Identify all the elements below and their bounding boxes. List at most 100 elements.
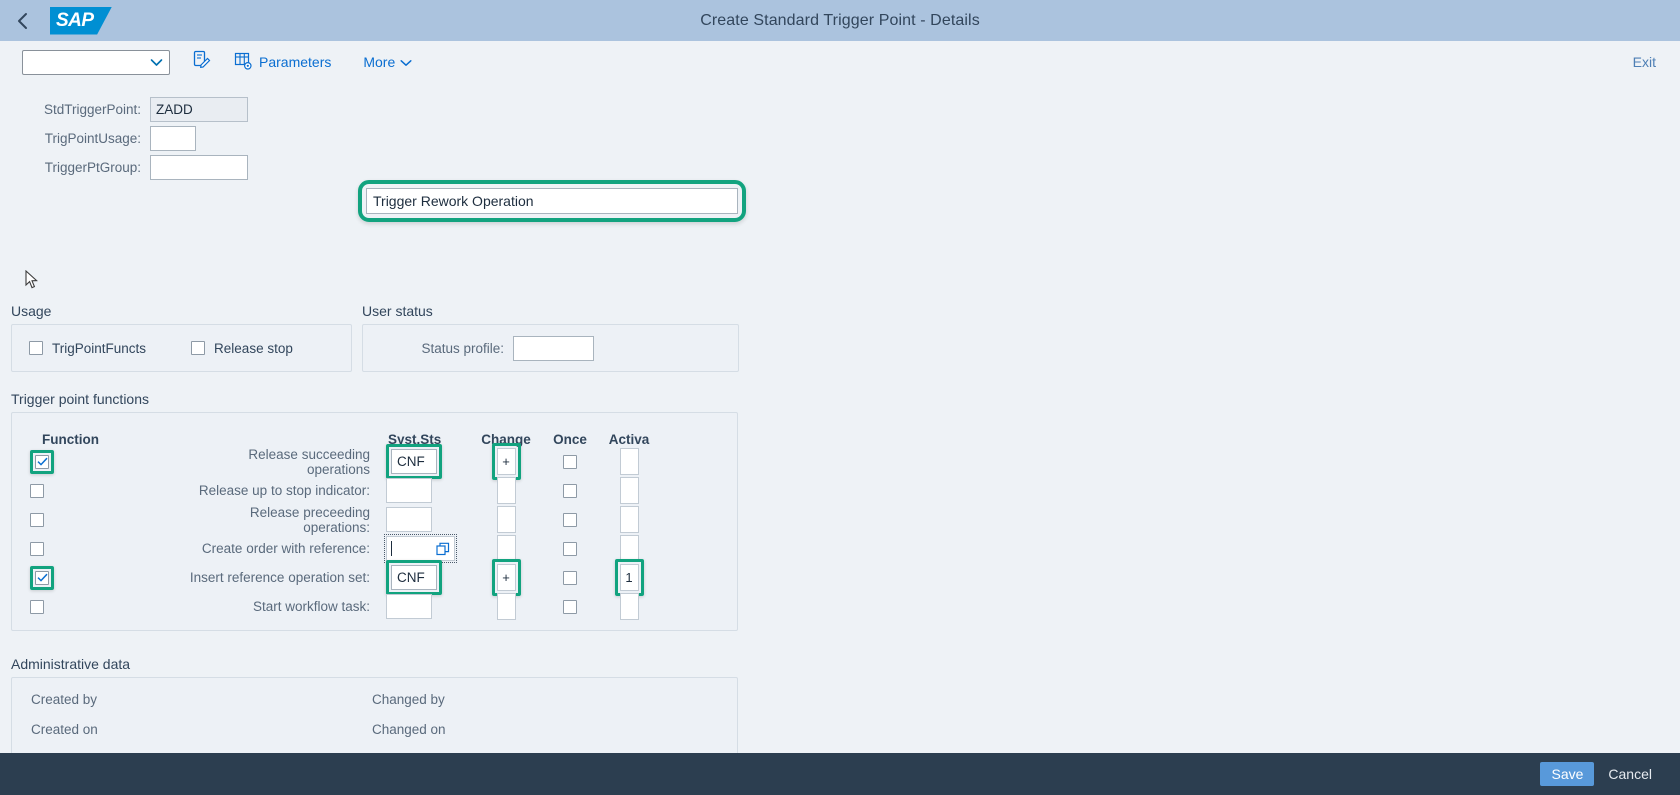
row-highlight-ring: [386, 560, 442, 595]
save-button[interactable]: Save: [1540, 762, 1595, 786]
column-header-function: Function: [42, 432, 99, 447]
row-activa-input[interactable]: [619, 564, 639, 591]
footer-bar: Save Cancel: [0, 753, 1680, 795]
sap-logo: SAP: [50, 6, 112, 35]
row-highlight-ring: [30, 449, 54, 474]
row-activa-input[interactable]: [619, 448, 639, 475]
admin-row-created-by: Created by Changed by: [12, 692, 737, 722]
field-std-trigger-point: StdTriggerPoint:: [0, 95, 248, 124]
row-syst-sts-input[interactable]: [386, 478, 432, 503]
row-once-checkbox[interactable]: [563, 541, 577, 556]
row-syst-sts-input[interactable]: [386, 594, 432, 619]
row-highlight-ring: [491, 559, 521, 596]
usage-group: Usage TrigPointFuncts Release stop: [11, 303, 352, 372]
value-help-icon[interactable]: [432, 537, 454, 560]
checkbox-box[interactable]: [29, 341, 43, 355]
checkbox-trig-point-functs[interactable]: TrigPointFuncts: [29, 341, 146, 356]
trig-point-usage-input[interactable]: [150, 126, 196, 151]
shell-header: SAP Create Standard Trigger Point - Deta…: [0, 0, 1680, 41]
row-function-checkbox[interactable]: [30, 541, 44, 556]
row-highlight-ring: [491, 443, 521, 480]
column-header-once: Once: [553, 432, 587, 447]
row-label: Release succeeding operations: [248, 446, 370, 477]
status-profile-label: Status profile:: [421, 340, 504, 356]
row-syst-sts-input[interactable]: [392, 537, 432, 560]
toolbar: Parameters More Exit: [0, 41, 1680, 84]
header-fields: StdTriggerPoint: TrigPointUsage: Trigger…: [0, 95, 248, 182]
description-input[interactable]: [366, 188, 738, 214]
row-function-checkbox[interactable]: [35, 454, 49, 469]
table-settings-icon: [234, 52, 252, 73]
created-by-label: Created by: [31, 692, 98, 707]
exit-button[interactable]: Exit: [1633, 54, 1656, 70]
row-label: Release up to stop indicator:: [198, 483, 370, 498]
usage-title: Usage: [11, 303, 52, 319]
row-label: Release preceeding operations:: [249, 504, 370, 535]
row-change-input[interactable]: [496, 448, 516, 475]
cancel-button[interactable]: Cancel: [1600, 762, 1660, 786]
column-header-activa: Activa: [608, 432, 650, 447]
row-function-checkbox[interactable]: [35, 570, 49, 585]
administrative-data-title: Administrative data: [11, 656, 131, 672]
more-label: More: [363, 54, 396, 70]
row-once-checkbox[interactable]: [563, 599, 577, 614]
row-activa-input[interactable]: [619, 593, 639, 620]
table-row: Release preceeding operations:: [12, 504, 737, 535]
user-status-panel: Status profile:: [362, 324, 739, 372]
mouse-cursor-icon: [25, 269, 39, 295]
row-once-checkbox[interactable]: [563, 512, 577, 527]
row-function-checkbox[interactable]: [30, 599, 44, 614]
row-label: Create order with reference:: [201, 541, 370, 556]
row-function-checkbox[interactable]: [30, 512, 44, 527]
row-activa-input[interactable]: [619, 535, 639, 562]
row-change-input[interactable]: [496, 535, 516, 562]
row-change-input[interactable]: [496, 506, 516, 533]
trigger-pt-group-label: TriggerPtGroup:: [44, 160, 141, 175]
row-syst-sts-input[interactable]: [391, 449, 437, 474]
row-function-checkbox[interactable]: [30, 483, 44, 498]
row-syst-sts-input[interactable]: [386, 507, 432, 532]
row-change-input[interactable]: [496, 564, 516, 591]
row-once-checkbox[interactable]: [563, 570, 577, 585]
row-label: Start workflow task:: [252, 599, 370, 614]
admin-row-created-on: Created on Changed on: [12, 722, 737, 752]
chevron-down-icon: [400, 54, 412, 70]
row-change-input[interactable]: [496, 477, 516, 504]
field-trig-point-usage: TrigPointUsage:: [0, 124, 248, 153]
row-highlight-ring: [30, 565, 54, 590]
toolbar-dropdown[interactable]: [22, 49, 170, 75]
application-window: SAP Create Standard Trigger Point - Deta…: [0, 0, 1680, 795]
changed-on-label: Changed on: [372, 722, 446, 737]
checkbox-label: Release stop: [214, 340, 293, 356]
user-status-title: User status: [362, 303, 433, 319]
sap-logo-text: SAP: [56, 9, 94, 31]
changed-by-label: Changed by: [372, 692, 445, 707]
status-profile-input[interactable]: [513, 335, 594, 361]
checkbox-label: TrigPointFuncts: [52, 340, 147, 356]
row-once-checkbox[interactable]: [563, 454, 577, 469]
more-menu-button[interactable]: More: [359, 48, 416, 76]
row-once-checkbox[interactable]: [563, 483, 577, 498]
table-header-row: Function Syst.Sts Change Once Activa: [12, 413, 737, 447]
administrative-data-panel: Created by Changed by Created on Changed…: [11, 677, 738, 757]
table-row: Insert reference operation set:: [12, 559, 737, 596]
row-activa-input[interactable]: [619, 506, 639, 533]
std-trigger-point-input[interactable]: [150, 97, 248, 122]
parameters-button[interactable]: Parameters: [230, 48, 335, 76]
trig-point-usage-label: TrigPointUsage:: [44, 131, 141, 146]
edit-document-button[interactable]: [188, 49, 214, 75]
trigger-point-functions-title: Trigger point functions: [11, 391, 149, 407]
parameters-label: Parameters: [259, 54, 332, 70]
usage-panel: TrigPointFuncts Release stop: [11, 324, 352, 372]
focused-input-group: [384, 534, 457, 563]
row-change-input[interactable]: [496, 593, 516, 620]
checkbox-release-stop[interactable]: Release stop: [191, 341, 293, 356]
created-on-label: Created on: [31, 722, 98, 737]
back-button[interactable]: [0, 0, 44, 41]
row-activa-input[interactable]: [619, 477, 639, 504]
row-syst-sts-input[interactable]: [391, 565, 437, 590]
row-highlight-ring: [614, 559, 644, 596]
std-trigger-point-label: StdTriggerPoint:: [43, 102, 141, 117]
checkbox-box[interactable]: [191, 341, 206, 355]
trigger-pt-group-input[interactable]: [150, 155, 248, 180]
